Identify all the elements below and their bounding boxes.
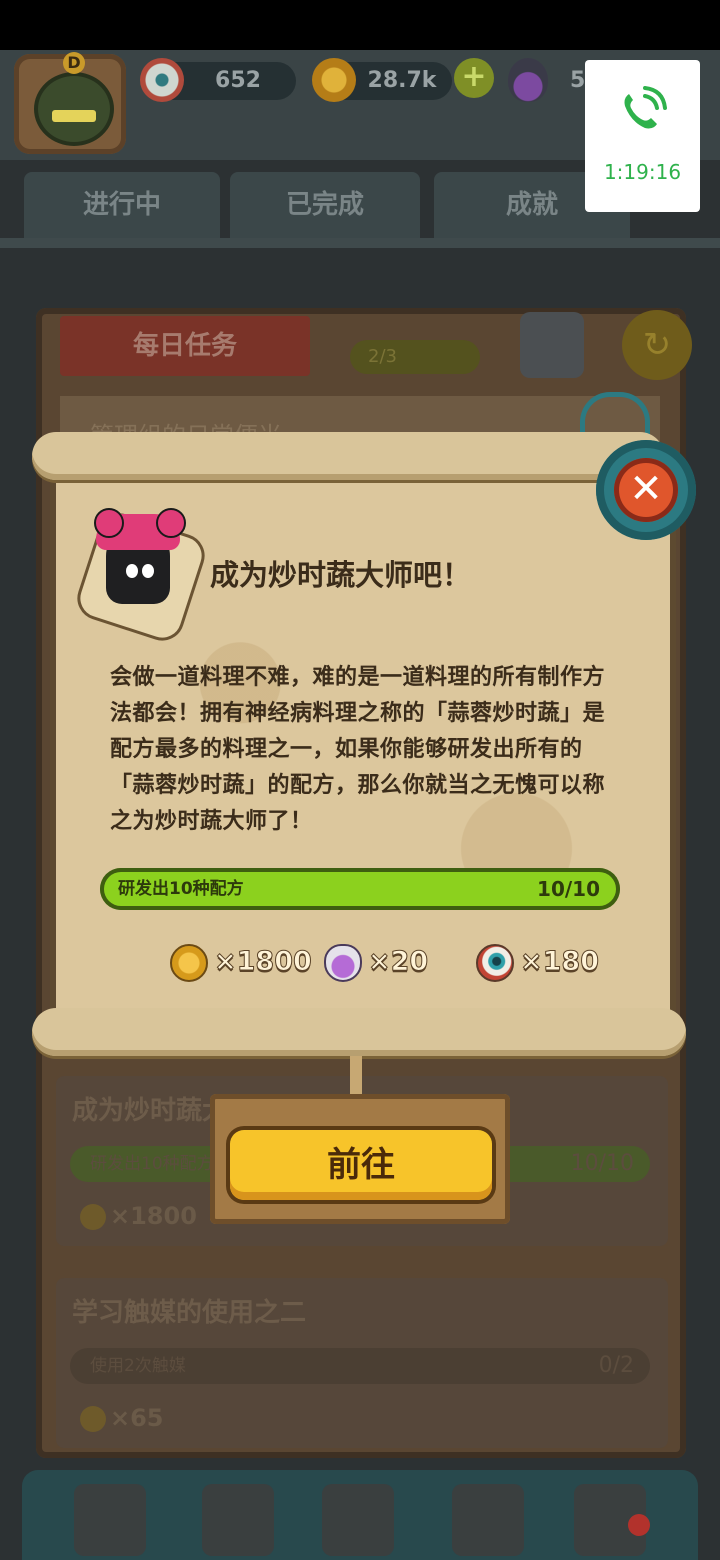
coins-counter: 28.7k — [312, 58, 452, 102]
eyes-value: 652 — [215, 68, 261, 93]
task-progress-value: 0/2 — [598, 1353, 634, 1378]
potion-icon — [324, 943, 362, 982]
nav-recipe-book-icon[interactable] — [322, 1484, 394, 1556]
modal-progress-value: 10/10 — [537, 877, 600, 901]
reward-coins: ×1800 — [170, 940, 312, 984]
tab-completed[interactable]: 已完成 — [230, 172, 420, 238]
bottom-navigation — [22, 1470, 698, 1560]
coin-icon — [312, 58, 356, 102]
call-widget[interactable]: 1:19:16 — [585, 60, 700, 212]
go-button[interactable]: 前往 — [230, 1130, 492, 1200]
task-progress-label: 使用2次触媒 — [90, 1356, 186, 1376]
coin-icon — [170, 943, 208, 982]
player-avatar[interactable]: D — [14, 52, 126, 154]
modal-progress-bar: 研发出10种配方 10/10 — [100, 868, 620, 910]
modal-description: 会做一道料理不难，难的是一道料理的所有制作方法都会！拥有神经病料理之称的「蒜蓉炒… — [110, 665, 606, 834]
coins-value: 28.7k — [367, 68, 437, 93]
task-reward-value: ×65 — [110, 1404, 164, 1432]
reward-eyes: ×180 — [476, 940, 599, 984]
task-progress-bar: 使用2次触媒 0/2 — [70, 1348, 650, 1384]
daily-tasks-banner: 每日任务 — [60, 316, 310, 376]
phone-icon — [624, 86, 667, 129]
reward-potions-value: ×20 — [367, 946, 429, 978]
reward-coins-value: ×1800 — [214, 946, 313, 978]
task-title: 学习触媒的使用之二 — [72, 1298, 307, 1328]
add-coins-button[interactable]: + — [454, 58, 494, 98]
modal-title: 成为炒时蔬大师吧！ — [210, 558, 472, 592]
reward-potions: ×20 — [324, 940, 429, 984]
potions-value: 5 — [570, 68, 586, 93]
eyes-counter: 652 — [140, 58, 296, 102]
potion-icon — [508, 58, 548, 102]
close-button[interactable]: ✕ — [596, 440, 696, 540]
eyeball-icon — [140, 58, 184, 102]
scroll-bottom-roll — [32, 1008, 686, 1056]
call-duration: 1:19:16 — [603, 160, 682, 184]
eyeball-icon — [476, 943, 514, 982]
refresh-button[interactable]: ↻ — [622, 310, 692, 380]
task-progress-label: 研发出10种配方 — [90, 1154, 214, 1174]
close-icon: ✕ — [614, 458, 678, 522]
task-reward: ×65 — [80, 1404, 164, 1432]
modal-progress-label: 研发出10种配方 — [118, 879, 244, 899]
coin-icon — [80, 1204, 106, 1230]
nav-bag-icon[interactable] — [452, 1484, 524, 1556]
coin-icon — [80, 1406, 106, 1432]
task-progress-value: 10/10 — [570, 1151, 634, 1176]
scroll-top-roll — [32, 432, 664, 480]
status-bar — [0, 0, 720, 50]
task-card: 学习触媒的使用之二 使用2次触媒 0/2 ×65 — [56, 1278, 668, 1448]
rank-badge: D — [63, 52, 85, 74]
tabs-divider — [0, 238, 720, 248]
task-reward: ×1800 — [80, 1202, 197, 1230]
tab-in-progress[interactable]: 进行中 — [24, 172, 220, 238]
monster-avatar-icon — [34, 72, 114, 146]
nav-monster-icon[interactable] — [202, 1484, 274, 1556]
nav-shop-icon[interactable] — [74, 1484, 146, 1556]
notification-badge — [628, 1514, 650, 1536]
pink-hair-monster-icon — [71, 507, 211, 647]
daily-progress-bar: 2/3 — [350, 340, 480, 374]
task-reward-value: ×1800 — [110, 1202, 197, 1230]
treasure-chest-icon[interactable] — [520, 312, 584, 378]
reward-eyes-value: ×180 — [520, 946, 600, 978]
